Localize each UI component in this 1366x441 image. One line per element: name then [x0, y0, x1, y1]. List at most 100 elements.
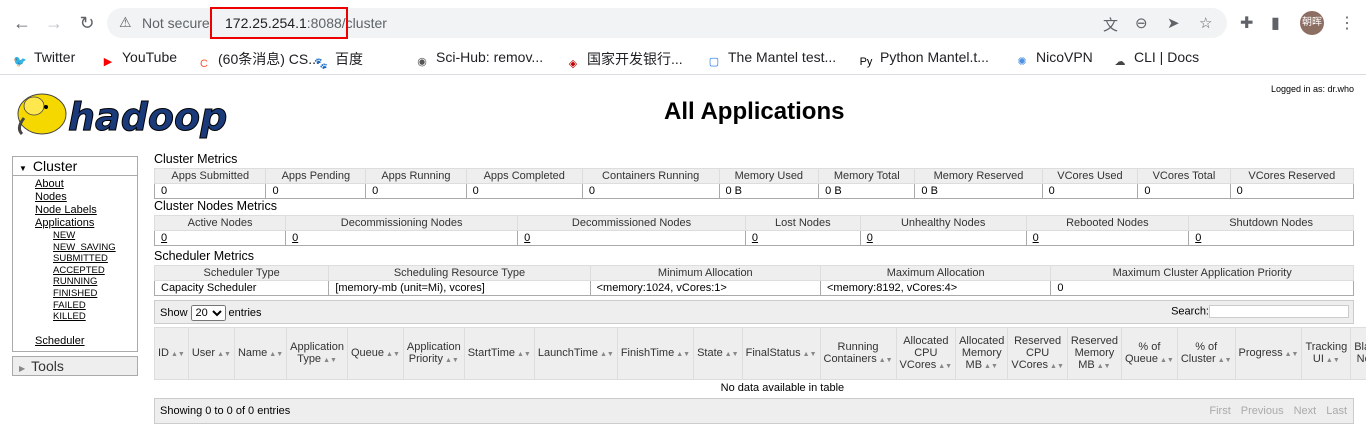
column-header-allocated-cpu-vcores[interactable]: Allocated CPU VCores ▲▼: [895, 327, 957, 380]
column-header-of-queue[interactable]: % of Queue ▲▼: [1120, 327, 1178, 380]
table-controls: Show 20 entries Search:: [154, 300, 1354, 324]
column-header-reserved-memory-mb[interactable]: Reserved Memory MB ▲▼: [1066, 327, 1122, 380]
search-input[interactable]: [1209, 305, 1349, 318]
pager-previous[interactable]: Previous: [1241, 405, 1284, 417]
cluster-metrics-header: Apps Submitted: [153, 168, 267, 184]
sidebar-state-failed[interactable]: FAILED: [53, 300, 137, 312]
sidebar-state-submitted[interactable]: SUBMITTED: [53, 253, 137, 265]
avatar[interactable]: 朝晖: [1300, 11, 1324, 35]
column-header-name[interactable]: Name ▲▼: [233, 327, 288, 380]
sidebar-state-accepted[interactable]: ACCEPTED: [53, 265, 137, 277]
column-header-user[interactable]: User ▲▼: [187, 327, 235, 380]
metric-link[interactable]: 0: [1195, 232, 1201, 244]
forward-icon[interactable]: →: [42, 11, 66, 35]
column-header-application-priority[interactable]: Application Priority ▲▼: [402, 327, 465, 380]
pager-first[interactable]: First: [1209, 405, 1230, 417]
tools-nav[interactable]: ▶ Tools: [12, 355, 138, 376]
reload-icon[interactable]: ↻: [75, 11, 99, 35]
search-control: Search:: [1171, 305, 1349, 318]
cluster-metrics-cell: 0: [1137, 183, 1231, 199]
triangle-down-icon: ▼: [19, 164, 27, 173]
column-header-running-containers[interactable]: Running Containers ▲▼: [819, 327, 897, 380]
bookmark-page[interactable]: ▢ The Mantel test...: [706, 49, 836, 70]
column-header-launchtime[interactable]: LaunchTime ▲▼: [533, 327, 618, 380]
sidebar-state-new[interactable]: NEW: [53, 230, 137, 242]
security-label[interactable]: Not secure: [142, 15, 210, 31]
sidebar-state-finished[interactable]: FINISHED: [53, 288, 137, 300]
bookmark-cloud[interactable]: ☁ CLI | Docs: [1112, 49, 1200, 70]
entries-select[interactable]: 20: [190, 305, 226, 321]
bookmark-star-icon[interactable]: ☆: [1199, 14, 1212, 32]
bookmark-label: NicoVPN: [1036, 49, 1093, 65]
column-header-finishtime[interactable]: FinishTime ▲▼: [616, 327, 695, 380]
sort-icon: ▲▼: [878, 356, 893, 364]
csdn-icon: C: [200, 58, 208, 70]
sidebar-state-running[interactable]: RUNNING: [53, 276, 137, 288]
extensions-icon[interactable]: ✚: [1240, 13, 1253, 33]
cdb-icon: ◈: [568, 58, 578, 70]
pager-next[interactable]: Next: [1294, 405, 1317, 417]
bookmark-py[interactable]: Py Python Mantel.t...: [858, 49, 989, 70]
side-panel-icon[interactable]: ▮: [1271, 13, 1280, 33]
column-label: StartTime: [467, 346, 515, 359]
back-icon[interactable]: ←: [10, 11, 34, 35]
zoom-icon[interactable]: ⊖: [1135, 14, 1148, 32]
bookmark-baidu[interactable]: 🐾 百度: [313, 49, 363, 72]
node-metrics-header: Unhealthy Nodes: [859, 215, 1027, 231]
sidebar-item-scheduler[interactable]: Scheduler: [35, 335, 85, 347]
metric-link[interactable]: 0: [867, 232, 873, 244]
sidebar-item-applications[interactable]: Applications: [35, 217, 137, 230]
bookmark-label: Python Mantel.t...: [880, 49, 989, 65]
node-metrics-cell: 0: [153, 230, 287, 246]
column-header-starttime[interactable]: StartTime ▲▼: [463, 327, 535, 380]
translate-icon[interactable]: 文: [1103, 14, 1118, 35]
sort-icon: ▲▼: [676, 350, 691, 358]
tools-nav-header[interactable]: ▶ Tools: [13, 356, 137, 375]
cluster-metrics-header: VCores Used: [1041, 168, 1139, 184]
bookmark-cdb[interactable]: ◈ 国家开发银行...: [565, 49, 683, 72]
column-header-blacklisted-nodes[interactable]: Blacklisted Nodes▲▼: [1350, 327, 1366, 380]
sidebar-item-about[interactable]: About: [35, 178, 137, 191]
send-icon[interactable]: ➤: [1167, 14, 1180, 32]
metric-link[interactable]: 0: [161, 232, 167, 244]
sidebar-state-new-saving[interactable]: NEW_SAVING: [53, 242, 137, 254]
node-metrics-header: Shutdown Nodes: [1188, 215, 1354, 231]
app-states-list: NEW NEW_SAVING SUBMITTED ACCEPTED RUNNING FIN…: [35, 230, 137, 323]
sidebar-state-killed[interactable]: KILLED: [53, 311, 137, 323]
column-header-allocated-memory-mb[interactable]: Allocated Memory MB ▲▼: [955, 327, 1009, 380]
metric-link[interactable]: 0: [752, 232, 758, 244]
sidebar-item-node-labels[interactable]: Node Labels: [35, 204, 137, 217]
metric-link[interactable]: 0: [292, 232, 298, 244]
column-header-of-cluster[interactable]: % of Cluster ▲▼: [1176, 327, 1236, 380]
metric-link[interactable]: 0: [524, 232, 530, 244]
warning-icon[interactable]: ⚠: [119, 14, 132, 31]
column-header-state[interactable]: State ▲▼: [693, 327, 743, 380]
bookmark-scihub[interactable]: ◉ Sci-Hub: remov...: [414, 49, 543, 70]
bookmark-twitter[interactable]: 🐦 Twitter: [12, 49, 75, 70]
column-header-tracking-ui[interactable]: Tracking UI ▲▼: [1301, 327, 1352, 380]
column-header-queue[interactable]: Queue ▲▼: [346, 327, 404, 380]
cluster-metrics-cell: 0: [465, 183, 583, 199]
bookmark-label: 百度: [335, 51, 363, 67]
scheduler-metrics-header: Maximum Cluster Application Priority: [1050, 265, 1354, 281]
column-header-progress[interactable]: Progress ▲▼: [1234, 327, 1303, 380]
cluster-nav-header[interactable]: ▼ Cluster: [13, 157, 137, 176]
pager-last[interactable]: Last: [1326, 405, 1347, 417]
cluster-metrics-header: VCores Total: [1137, 168, 1231, 184]
bookmark-csdn[interactable]: C (60条消息) CS...: [196, 49, 320, 72]
sort-icon: ▲▼: [1050, 362, 1064, 370]
applications-table: ID ▲▼ User ▲▼ Name ▲▼ Application Type ▲▼ Queue ▲…: [154, 327, 1366, 396]
menu-icon[interactable]: ⋮: [1339, 13, 1355, 33]
column-header-application-type[interactable]: Application Type ▲▼: [286, 327, 348, 380]
sidebar-item-nodes[interactable]: Nodes: [35, 191, 137, 204]
column-header-reserved-cpu-vcores[interactable]: Reserved CPU VCores ▲▼: [1007, 327, 1068, 380]
bookmark-youtube[interactable]: ▶ YouTube: [100, 49, 177, 70]
scihub-icon: ◉: [417, 56, 427, 68]
column-header-finalstatus[interactable]: FinalStatus ▲▼: [741, 327, 821, 380]
bookmark-nicovpn[interactable]: ✺ NicoVPN: [1014, 49, 1093, 70]
browser-toolbar: ← → ↻ ⚠ Not secure 172.25.254.1:8088/clu…: [0, 0, 1366, 45]
metric-link[interactable]: 0: [1033, 232, 1039, 244]
sort-icon: ▲▼: [1217, 356, 1232, 364]
sort-icon: ▲▼: [171, 350, 185, 358]
column-header-id[interactable]: ID ▲▼: [154, 327, 189, 380]
